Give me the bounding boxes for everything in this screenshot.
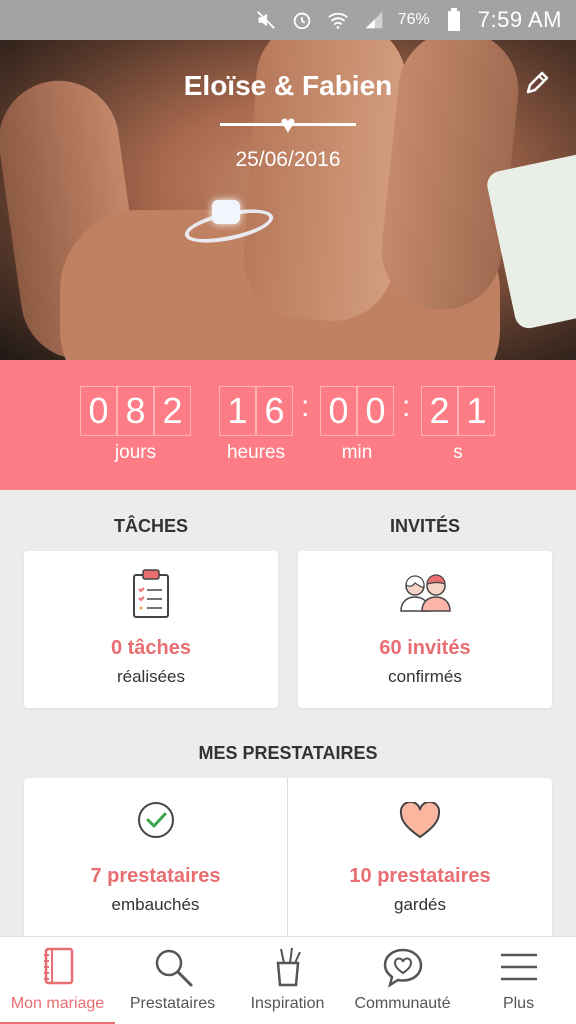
alarm-icon (290, 8, 314, 32)
nav-label: Communauté (354, 995, 451, 1012)
pencil-cup-icon (266, 945, 310, 989)
nav-label: Mon mariage (10, 995, 105, 1012)
hired-vendors-count: 7 prestataires (90, 865, 221, 887)
countdown-hours-digit: 6 (256, 386, 293, 436)
countdown-hours-label: heures (226, 442, 286, 463)
signal-icon (362, 8, 386, 32)
guests-couple-icon (398, 573, 452, 613)
countdown-minutes-digit: 0 (320, 386, 357, 436)
chat-heart-icon (381, 945, 425, 989)
saved-vendors-caption: gardés (394, 895, 446, 914)
countdown-seconds-digit: 2 (421, 386, 458, 436)
countdown-days-digit: 8 (117, 386, 154, 436)
nav-communaute[interactable]: Communauté (345, 937, 460, 1024)
countdown-minutes-label: min (341, 442, 373, 463)
mute-icon (254, 8, 278, 32)
hired-vendors-caption: embauchés (111, 895, 200, 914)
heart-filled-icon (399, 800, 441, 840)
couple-names: Eloïse & Fabien (183, 70, 393, 101)
nav-label: Prestataires (129, 995, 216, 1012)
nav-plus[interactable]: Plus (461, 937, 576, 1024)
countdown-seconds-label: s (453, 442, 463, 463)
tasks-count: 0 tâches (110, 637, 192, 659)
tasks-caption: réalisées (116, 667, 186, 686)
countdown-days-digit: 0 (80, 386, 117, 436)
countdown-separator: : (402, 390, 411, 423)
countdown-seconds-digit: 1 (458, 386, 495, 436)
wedding-date: 25/06/2016 (235, 148, 341, 171)
battery-icon (442, 8, 466, 32)
saved-vendors-count: 10 prestataires (349, 865, 491, 887)
countdown-separator: : (301, 390, 310, 423)
vendors-heading: MES PRESTATAIRES (198, 743, 378, 763)
notebook-icon (36, 945, 80, 989)
battery-percent: 76% (397, 11, 430, 28)
countdown-days-digit: 2 (154, 386, 191, 436)
guests-heading: INVITÉS (389, 516, 460, 536)
bottom-navigation: Mon mariage Prestataires Inspiration Com… (0, 936, 576, 1024)
ring-gem (212, 200, 240, 224)
menu-icon (497, 945, 541, 989)
hired-vendors-tile[interactable]: 7 prestataires embauchés (24, 778, 287, 936)
saved-vendors-tile[interactable]: 10 prestataires gardés (288, 778, 552, 936)
vendors-card: 7 prestataires embauchés 10 prestataires… (24, 778, 552, 936)
nav-mon-mariage[interactable]: Mon mariage (0, 937, 115, 1024)
heart-icon: ♥ (280, 109, 296, 139)
countdown-minutes-digit: 0 (357, 386, 394, 436)
countdown: 0 8 2 1 6 : 0 0 : 2 1 jours heures min s (0, 360, 576, 490)
search-icon (151, 945, 195, 989)
nav-label: Inspiration (250, 995, 325, 1012)
nav-prestataires[interactable]: Prestataires (115, 937, 230, 1024)
status-time: 7:59 AM (477, 7, 562, 32)
guests-caption: confirmés (388, 667, 462, 686)
check-circle-icon (136, 800, 176, 840)
clipboard-checklist-icon (132, 569, 170, 619)
edit-pencil-icon[interactable] (522, 68, 552, 98)
nav-inspiration[interactable]: Inspiration (230, 937, 345, 1024)
status-bar: 76% 7:59 AM (0, 0, 576, 40)
wifi-icon (326, 8, 350, 32)
guests-card[interactable]: 60 invités confirmés (298, 551, 552, 708)
countdown-hours-digit: 1 (219, 386, 256, 436)
nav-label: Plus (502, 995, 535, 1012)
countdown-days-label: jours (114, 442, 157, 463)
guests-count: 60 invités (379, 637, 471, 659)
tasks-heading: TÂCHES (113, 516, 188, 536)
tasks-card[interactable]: 0 tâches réalisées (24, 551, 278, 708)
